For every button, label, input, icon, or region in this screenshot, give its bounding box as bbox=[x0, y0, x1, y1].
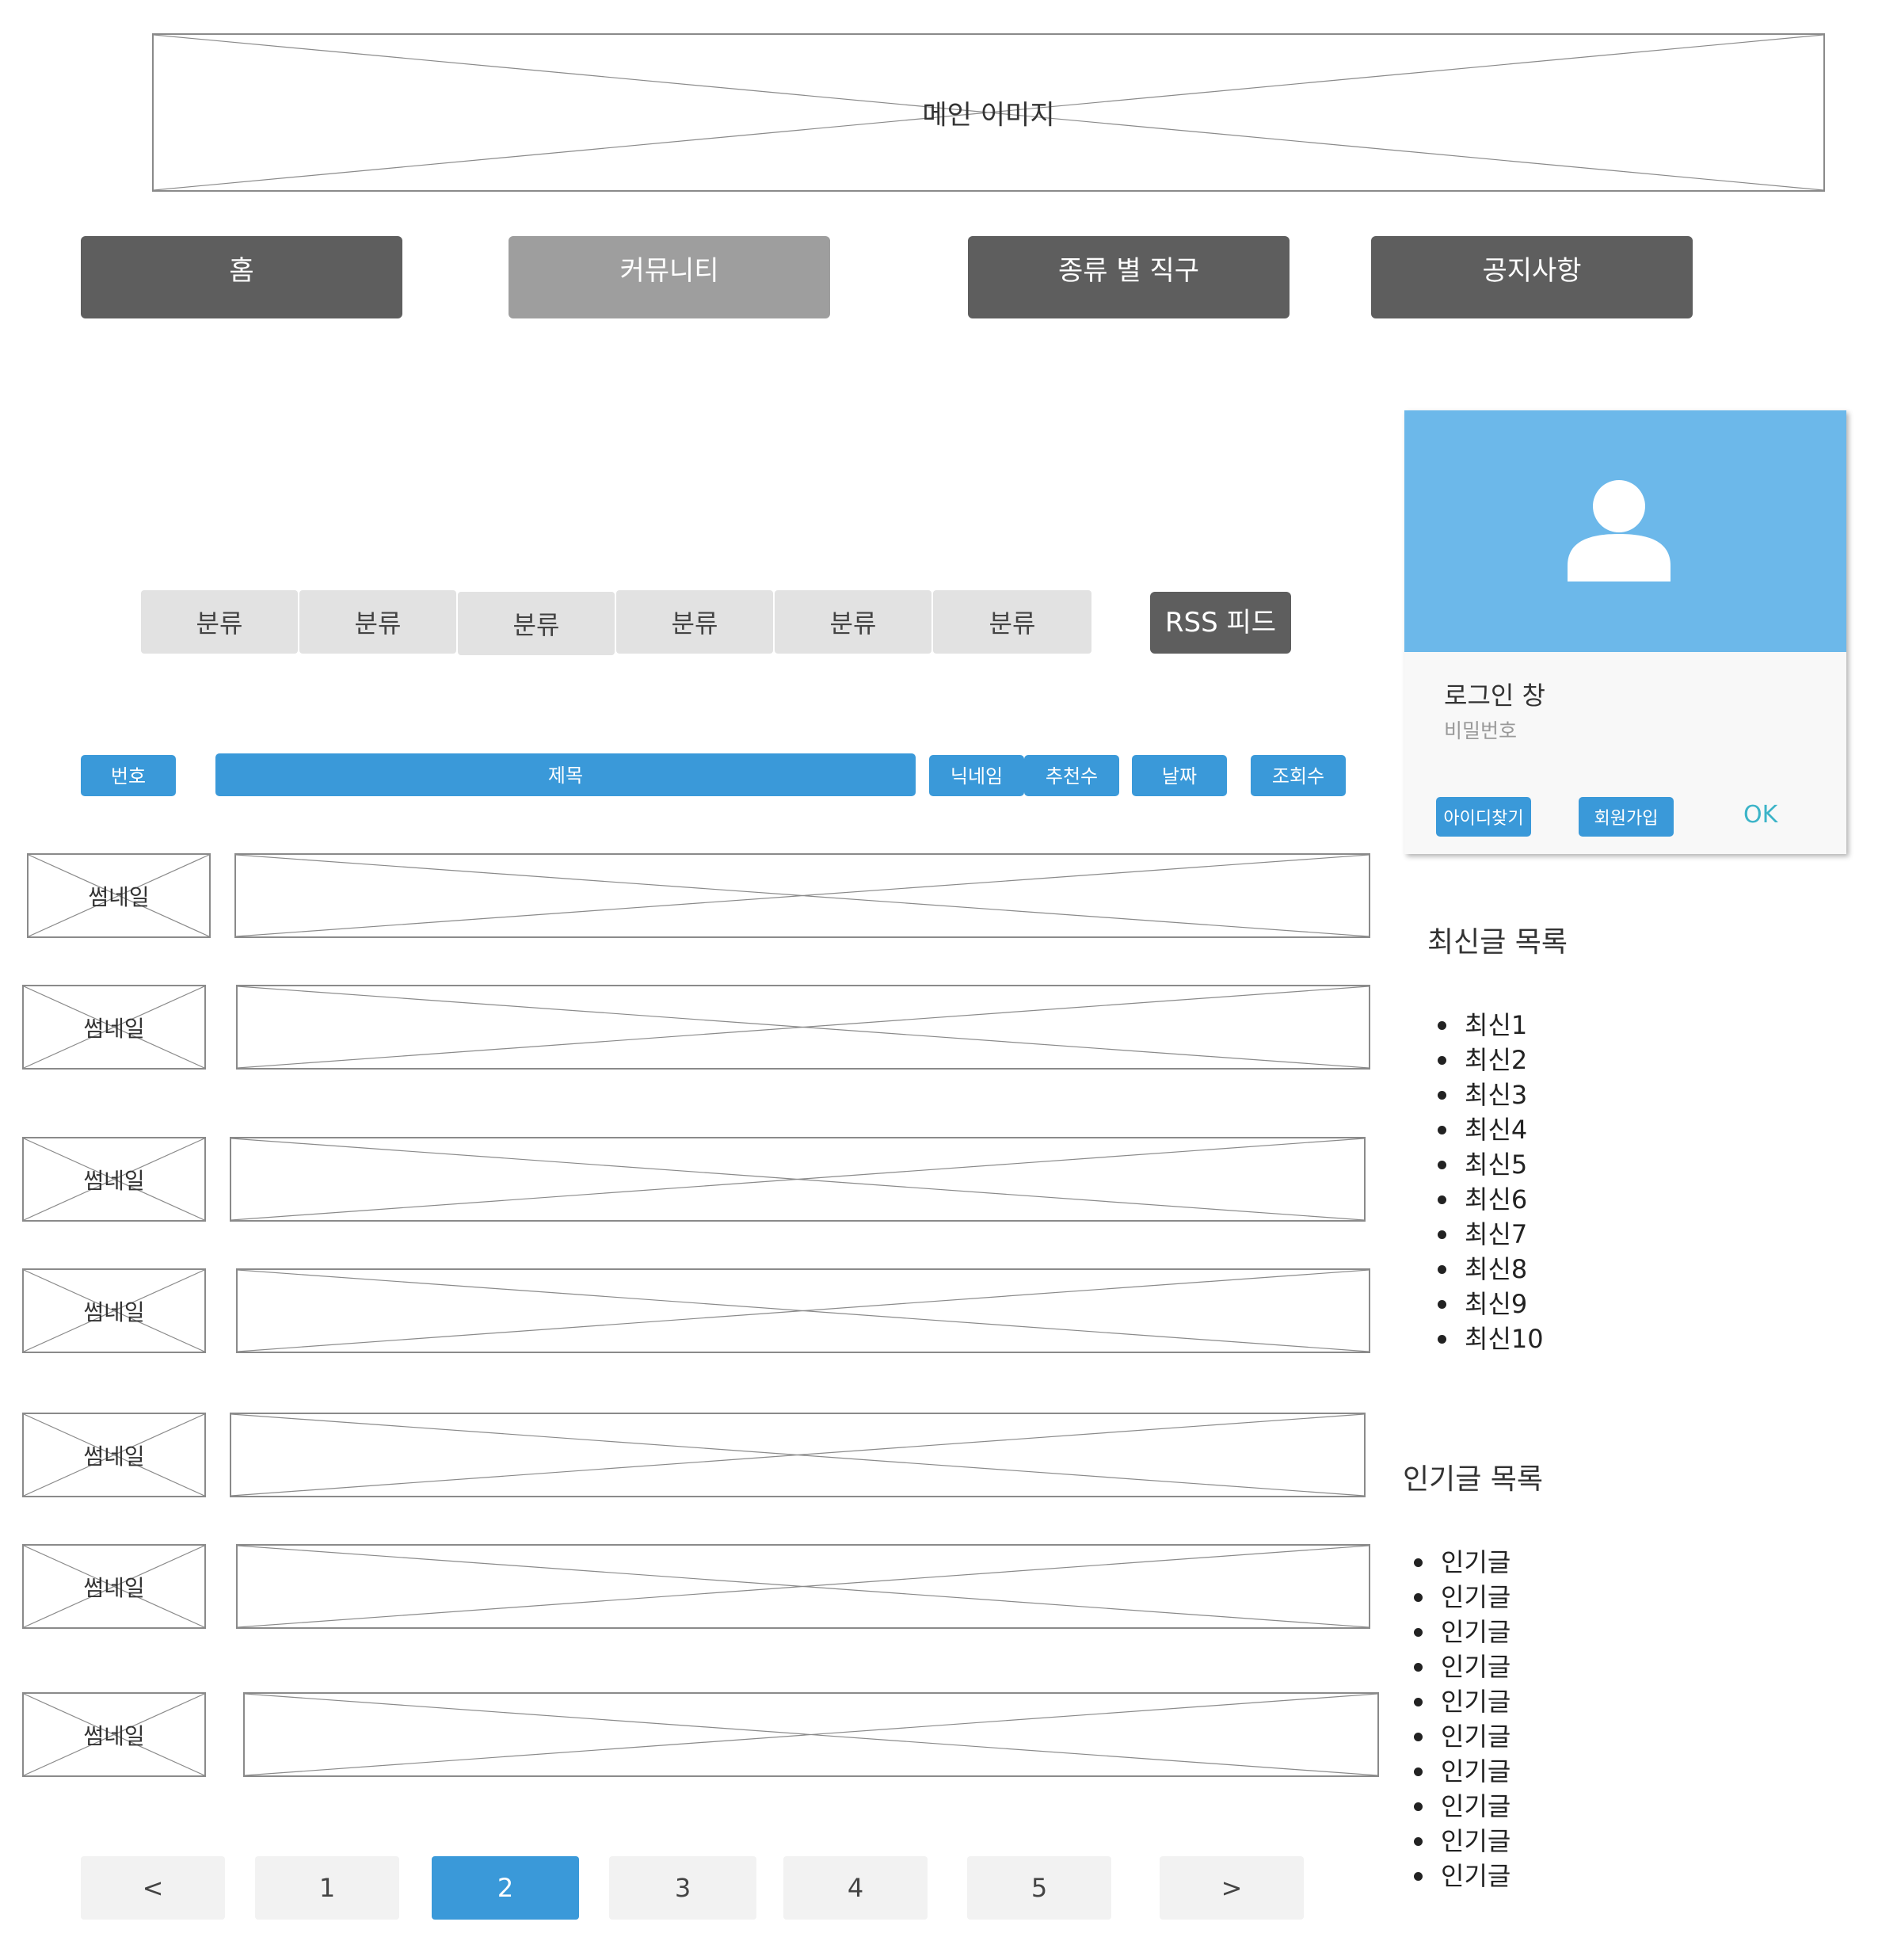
category-tab[interactable]: 분류 bbox=[616, 590, 773, 654]
nav-purchase-by-type-button[interactable]: 종류 별 직구 bbox=[968, 236, 1290, 318]
popular-post-item[interactable]: 인기글 bbox=[1411, 1719, 1511, 1754]
password-label[interactable]: 비밀번호 bbox=[1444, 715, 1517, 744]
thumbnail-label: 썸네일 bbox=[83, 1722, 145, 1749]
category-tab[interactable]: 분류 bbox=[458, 592, 615, 655]
post-content-placeholder[interactable] bbox=[236, 1544, 1370, 1629]
thumbnail-label: 썸네일 bbox=[83, 1167, 145, 1194]
popular-posts-list: 인기글 인기글 인기글 인기글 인기글 인기글 인기글 인기글 인기글 인기글 bbox=[1411, 1545, 1511, 1893]
recent-post-item[interactable]: 최신7 bbox=[1434, 1217, 1544, 1252]
post-content-placeholder[interactable] bbox=[236, 1268, 1370, 1353]
nav-notice-button[interactable]: 공지사항 bbox=[1371, 236, 1693, 318]
user-avatar-icon bbox=[1568, 480, 1671, 582]
main-image-placeholder: 메인 이미지 bbox=[152, 33, 1825, 192]
category-tab[interactable]: 분류 bbox=[141, 590, 298, 654]
post-thumbnail[interactable]: 썸네일 bbox=[22, 1413, 206, 1497]
post-thumbnail[interactable]: 썸네일 bbox=[22, 1692, 206, 1777]
popular-post-item[interactable]: 인기글 bbox=[1411, 1824, 1511, 1859]
popular-post-item[interactable]: 인기글 bbox=[1411, 1859, 1511, 1893]
popular-post-item[interactable]: 인기글 bbox=[1411, 1545, 1511, 1580]
recent-post-item[interactable]: 최신9 bbox=[1434, 1287, 1544, 1321]
pagination-next-button[interactable]: > bbox=[1160, 1856, 1304, 1920]
recent-posts-list: 최신1 최신2 최신3 최신4 최신5 최신6 최신7 최신8 최신9 최신10 bbox=[1434, 1008, 1544, 1356]
nav-community-button[interactable]: 커뮤니티 bbox=[509, 236, 830, 318]
column-header-recommend[interactable]: 추천수 bbox=[1024, 755, 1119, 796]
login-card: 로그인 창 비밀번호 아이디찾기 회원가입 OK bbox=[1404, 410, 1846, 854]
post-content-placeholder[interactable] bbox=[243, 1692, 1379, 1777]
find-id-button[interactable]: 아이디찾기 bbox=[1436, 797, 1531, 837]
rss-feed-button[interactable]: RSS 피드 bbox=[1150, 592, 1291, 654]
recent-post-item[interactable]: 최신4 bbox=[1434, 1112, 1544, 1147]
post-content-placeholder[interactable] bbox=[230, 1413, 1366, 1497]
pagination-prev-button[interactable]: < bbox=[81, 1856, 225, 1920]
post-thumbnail[interactable]: 썸네일 bbox=[22, 1544, 206, 1629]
recent-post-item[interactable]: 최신10 bbox=[1434, 1321, 1544, 1356]
category-tab[interactable]: 분류 bbox=[299, 590, 456, 654]
ok-button[interactable]: OK bbox=[1743, 801, 1777, 829]
post-content-placeholder[interactable] bbox=[230, 1137, 1366, 1222]
pagination-page-1[interactable]: 1 bbox=[255, 1856, 399, 1920]
thumbnail-label: 썸네일 bbox=[88, 883, 150, 910]
recent-posts-title: 최신글 목록 bbox=[1427, 926, 1568, 959]
signup-button[interactable]: 회원가입 bbox=[1579, 797, 1674, 837]
column-header-views[interactable]: 조회수 bbox=[1251, 755, 1346, 796]
post-thumbnail[interactable]: 썸네일 bbox=[22, 1268, 206, 1353]
popular-post-item[interactable]: 인기글 bbox=[1411, 1684, 1511, 1719]
login-card-header bbox=[1404, 410, 1846, 652]
recent-post-item[interactable]: 최신5 bbox=[1434, 1147, 1544, 1182]
main-image-label: 메인 이미지 bbox=[922, 99, 1055, 132]
thumbnail-label: 썸네일 bbox=[83, 1015, 145, 1042]
pagination-page-5[interactable]: 5 bbox=[967, 1856, 1111, 1920]
popular-post-item[interactable]: 인기글 bbox=[1411, 1580, 1511, 1615]
popular-post-item[interactable]: 인기글 bbox=[1411, 1649, 1511, 1684]
category-tab[interactable]: 분류 bbox=[775, 590, 931, 654]
column-header-number[interactable]: 번호 bbox=[81, 755, 176, 796]
column-header-nickname[interactable]: 닉네임 bbox=[929, 755, 1024, 796]
category-tab[interactable]: 분류 bbox=[933, 590, 1091, 654]
column-header-title[interactable]: 제목 bbox=[215, 753, 916, 796]
post-content-placeholder[interactable] bbox=[236, 985, 1370, 1070]
popular-post-item[interactable]: 인기글 bbox=[1411, 1789, 1511, 1824]
recent-post-item[interactable]: 최신8 bbox=[1434, 1252, 1544, 1287]
thumbnail-label: 썸네일 bbox=[83, 1443, 145, 1470]
pagination-page-3[interactable]: 3 bbox=[609, 1856, 756, 1920]
popular-posts-title: 인기글 목록 bbox=[1403, 1463, 1544, 1496]
recent-post-item[interactable]: 최신6 bbox=[1434, 1182, 1544, 1217]
popular-post-item[interactable]: 인기글 bbox=[1411, 1615, 1511, 1649]
column-header-date[interactable]: 날짜 bbox=[1132, 755, 1227, 796]
recent-post-item[interactable]: 최신1 bbox=[1434, 1008, 1544, 1043]
pagination-page-2[interactable]: 2 bbox=[432, 1856, 579, 1920]
post-thumbnail[interactable]: 썸네일 bbox=[27, 853, 211, 938]
login-title: 로그인 창 bbox=[1444, 681, 1545, 711]
nav-home-button[interactable]: 홈 bbox=[81, 236, 402, 318]
popular-post-item[interactable]: 인기글 bbox=[1411, 1754, 1511, 1789]
post-content-placeholder[interactable] bbox=[234, 853, 1370, 938]
thumbnail-label: 썸네일 bbox=[83, 1298, 145, 1325]
post-thumbnail[interactable]: 썸네일 bbox=[22, 985, 206, 1070]
recent-post-item[interactable]: 최신2 bbox=[1434, 1043, 1544, 1077]
recent-post-item[interactable]: 최신3 bbox=[1434, 1077, 1544, 1112]
pagination-page-4[interactable]: 4 bbox=[783, 1856, 928, 1920]
post-thumbnail[interactable]: 썸네일 bbox=[22, 1137, 206, 1222]
thumbnail-label: 썸네일 bbox=[83, 1574, 145, 1601]
